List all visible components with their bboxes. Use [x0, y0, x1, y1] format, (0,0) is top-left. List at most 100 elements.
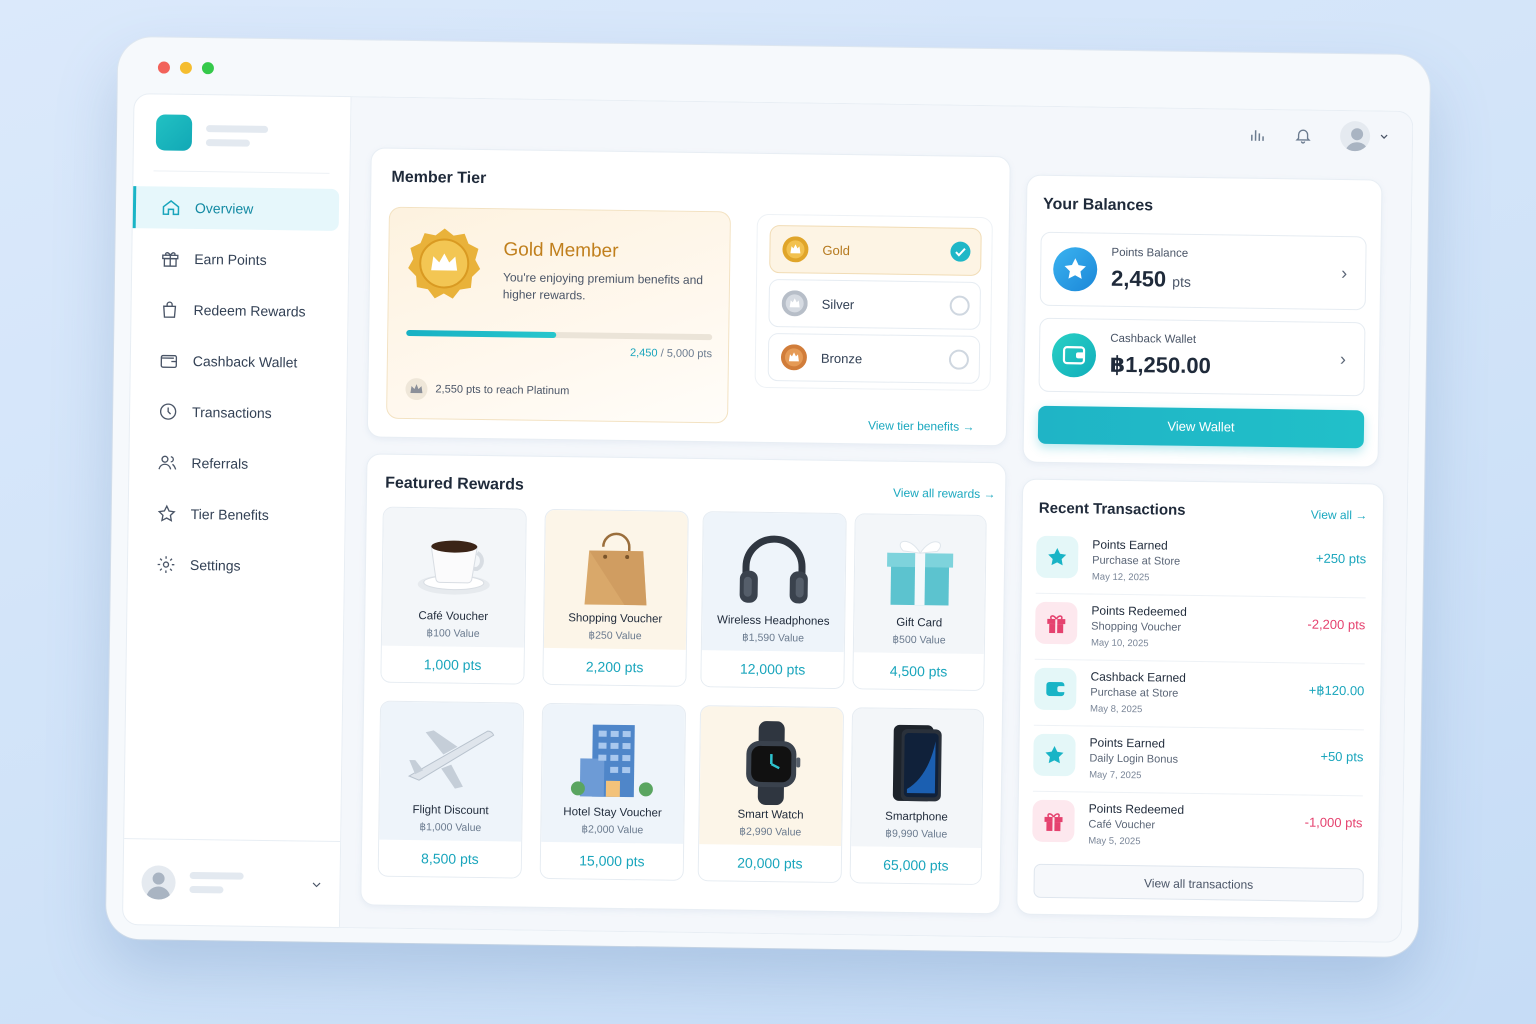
- reward-card-shopping-voucher[interactable]: Shopping Voucher ฿250 Value 2,200 pts: [542, 508, 689, 687]
- reward-value: ฿1,000 Value: [419, 821, 482, 835]
- account-menu[interactable]: [1339, 120, 1390, 152]
- sidebar-item-cashback-wallet[interactable]: Cashback Wallet: [131, 339, 348, 384]
- reward-card-cafe-voucher[interactable]: Café Voucher ฿100 Value 1,000 pts: [380, 506, 527, 685]
- user-name-placeholder: [189, 871, 244, 880]
- sidebar-item-label: Earn Points: [194, 250, 267, 268]
- featured-rewards-title: Featured Rewards: [385, 474, 524, 494]
- balances-card: Your Balances Points Balance 2,450 pts ›…: [1022, 174, 1383, 468]
- tier-option-silver[interactable]: Silver: [768, 278, 982, 330]
- bronze-badge-icon: [780, 344, 807, 371]
- shopping-bag-icon: [163, 301, 177, 318]
- transaction-row[interactable]: Points Earned Daily Login Bonus May 7, 2…: [1032, 725, 1364, 797]
- view-tier-benefits-link[interactable]: View tier benefits →: [868, 418, 975, 433]
- sidebar-item-settings[interactable]: Settings: [128, 543, 345, 588]
- sidebar-item-redeem-rewards[interactable]: Redeem Rewards: [131, 288, 348, 333]
- star-icon: [1035, 535, 1079, 579]
- sidebar-nav: Overview Earn Points Redeem Rewards Cash…: [128, 186, 350, 597]
- transaction-row[interactable]: Cashback Earned Purchase at Store May 8,…: [1033, 659, 1365, 731]
- airplane-icon: [407, 730, 495, 789]
- sidebar-item-tier-benefits[interactable]: Tier Benefits: [128, 492, 345, 537]
- cashback-wallet-tile[interactable]: Cashback Wallet ฿1,250.00 ›: [1038, 317, 1366, 397]
- transaction-row[interactable]: Points Earned Purchase at Store May 12, …: [1035, 527, 1367, 599]
- reward-points: 4,500 pts: [853, 652, 984, 691]
- wallet-icon: [160, 354, 178, 369]
- reward-points: 65,000 pts: [850, 846, 982, 885]
- crown-icon: [405, 378, 428, 401]
- chevron-down-icon[interactable]: [309, 878, 323, 892]
- silver-radio: [949, 295, 970, 316]
- gold-badge-icon: [782, 236, 809, 263]
- gear-icon: [157, 556, 175, 573]
- tier-option-bronze[interactable]: Bronze: [767, 332, 981, 384]
- sidebar-item-label: Referrals: [191, 454, 249, 472]
- logo-subtext-placeholder: [205, 139, 250, 147]
- view-all-rewards-link[interactable]: View all rewards →: [893, 486, 996, 501]
- cashback-wallet-label: Cashback Wallet: [1110, 332, 1197, 346]
- sidebar-item-label: Settings: [189, 556, 241, 574]
- gift-icon: [1032, 799, 1075, 843]
- silver-badge-icon: [781, 290, 808, 317]
- chart-icon[interactable]: [1248, 126, 1266, 144]
- window-controls: [157, 61, 215, 75]
- reward-card-smartphone[interactable]: Smartphone ฿9,990 Value 65,000 pts: [849, 707, 985, 886]
- sidebar-item-referrals[interactable]: Referrals: [129, 441, 346, 486]
- tier-option-gold[interactable]: Gold: [769, 224, 982, 276]
- sidebar-item-label: Transactions: [192, 403, 272, 422]
- gift-box-icon: [887, 540, 954, 606]
- reward-card-wireless-headphones[interactable]: Wireless Headphones ฿1,590 Value 12,000 …: [700, 511, 847, 690]
- member-tier-title: Member Tier: [391, 168, 487, 188]
- user-profile-footer[interactable]: [122, 838, 341, 928]
- app-window: Overview Earn Points Redeem Rewards Cash…: [105, 36, 1431, 958]
- reward-value: ฿2,990 Value: [739, 825, 802, 839]
- clock-icon: [159, 403, 177, 420]
- reward-card-smart-watch[interactable]: Smart Watch ฿2,990 Value 20,000 pts: [697, 705, 845, 884]
- star-icon: [1033, 733, 1076, 777]
- reward-name: Smartphone: [885, 810, 948, 824]
- reward-name: Flight Discount: [412, 804, 489, 818]
- reward-points: 1,000 pts: [381, 645, 524, 684]
- bell-icon[interactable]: [1294, 126, 1312, 144]
- sidebar-item-transactions[interactable]: Transactions: [130, 390, 347, 435]
- maximize-window-button[interactable]: [201, 62, 215, 75]
- reward-points: 12,000 pts: [701, 650, 844, 689]
- chevron-down-icon: [1380, 134, 1388, 139]
- sidebar-item-label: Tier Benefits: [190, 505, 269, 524]
- user-role-placeholder: [189, 885, 224, 894]
- reward-card-hotel-stay-voucher[interactable]: Hotel Stay Voucher ฿2,000 Value 15,000 p…: [539, 702, 687, 881]
- reward-card-gift-card[interactable]: Gift Card ฿500 Value 4,500 pts: [852, 513, 987, 692]
- reward-points: 20,000 pts: [698, 844, 842, 883]
- topbar: [1248, 110, 1391, 162]
- sidebar-item-earn-points[interactable]: Earn Points: [132, 237, 349, 282]
- chevron-right-icon: ›: [1339, 348, 1347, 370]
- avatar: [141, 865, 176, 900]
- gift-icon: [1034, 601, 1078, 645]
- close-window-button[interactable]: [157, 61, 171, 74]
- reward-name: Gift Card: [896, 616, 943, 630]
- transaction-row[interactable]: Points Redeemed Shopping Voucher May 10,…: [1034, 593, 1366, 665]
- reward-value: ฿9,990 Value: [885, 827, 948, 841]
- recent-transactions-card: Recent Transactions View all → Points Ea…: [1016, 478, 1385, 920]
- wallet-icon: [1034, 667, 1077, 711]
- gold-medal-icon: [408, 228, 481, 299]
- sidebar-item-overview[interactable]: Overview: [132, 186, 340, 231]
- tier-selector: Gold Silver Bronze: [754, 213, 993, 392]
- view-wallet-button[interactable]: View Wallet: [1037, 405, 1365, 449]
- home-icon: [162, 200, 180, 216]
- reward-card-flight-discount[interactable]: Flight Discount ฿1,000 Value 8,500 pts: [377, 700, 525, 879]
- main-content: Member Tier Gold Member You're enjoying …: [339, 96, 1414, 943]
- points-balance-tile[interactable]: Points Balance 2,450 pts ›: [1039, 231, 1367, 311]
- sidebar: Overview Earn Points Redeem Rewards Cash…: [121, 93, 352, 929]
- chevron-right-icon: ›: [1341, 262, 1348, 284]
- gold-check-icon: [950, 241, 971, 262]
- next-tier-note: 2,550 pts to reach Platinum: [405, 378, 569, 402]
- reward-value: ฿1,590 Value: [741, 631, 805, 645]
- reward-name: Wireless Headphones: [716, 614, 830, 628]
- transaction-row[interactable]: Points Redeemed Café Voucher May 5, 2025…: [1032, 792, 1363, 863]
- view-all-transactions-button[interactable]: View all transactions: [1033, 863, 1364, 903]
- wallet-icon: [1051, 332, 1097, 378]
- view-all-transactions-link[interactable]: View all →: [1311, 508, 1368, 523]
- minimize-window-button[interactable]: [179, 61, 193, 74]
- reward-points: 15,000 pts: [540, 841, 684, 880]
- reward-value: ฿500 Value: [892, 633, 946, 647]
- hotel-icon: [570, 724, 653, 798]
